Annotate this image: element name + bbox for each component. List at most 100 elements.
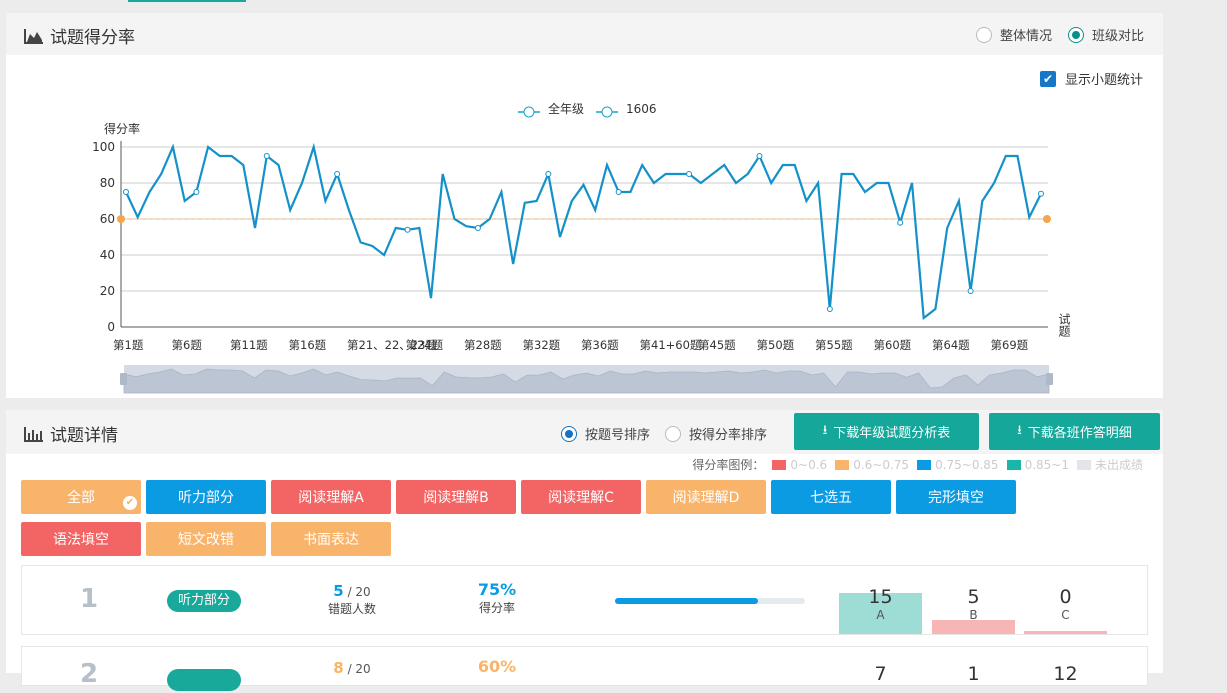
category-label: 语法填空	[53, 532, 109, 548]
x-tick-label: 第45题	[698, 338, 736, 352]
data-point	[263, 153, 270, 159]
legend-label: 1606	[626, 102, 657, 116]
wrong-count-stat: 8 / 20	[312, 659, 392, 677]
score-rate-title-text: 试题得分率	[50, 28, 135, 48]
legend-label: 未出成绩	[1094, 458, 1143, 472]
option-label: C	[1061, 608, 1070, 622]
y-tick-label: 0	[107, 320, 115, 334]
legend-swatch	[772, 459, 787, 470]
option-bar	[932, 620, 1015, 634]
wrong-total: / 20	[347, 585, 371, 599]
question-card[interactable]: 2 8 / 20 60% 7 1 12	[21, 646, 1148, 691]
data-point	[1038, 190, 1044, 197]
legend-title: 得分率图例：	[692, 458, 765, 472]
radio-overall[interactable]: 整体情况	[976, 25, 1052, 44]
score-legend: 得分率图例： 0~0.6 0.6~0.75 0.75~0.85 0.85~1 未…	[692, 456, 1143, 473]
bar-chart-icon	[24, 426, 43, 442]
category-button[interactable]: 听力部分	[146, 480, 266, 514]
reference-marker	[117, 215, 125, 223]
data-point	[545, 171, 552, 177]
category-label: 阅读理解D	[672, 490, 740, 506]
category-button[interactable]: 阅读理解B	[396, 480, 516, 514]
detail-title-text: 试题详情	[50, 426, 118, 446]
category-label: 七选五	[810, 490, 852, 506]
radio-sort-by-number[interactable]: 按题号排序	[561, 424, 650, 443]
legend-label: 0~0.6	[790, 457, 828, 472]
wrong-count: 5	[333, 582, 344, 600]
radio-sort-by-number-dot[interactable]	[561, 425, 577, 442]
reference-marker	[1043, 215, 1051, 223]
radio-sort-by-number-label: 按题号排序	[585, 428, 651, 443]
score-rate-bar-fill	[615, 598, 758, 604]
download-grade-analysis-button[interactable]: ⭳ 下载年级试题分析表	[794, 413, 979, 450]
category-button[interactable]: 阅读理解D	[646, 480, 766, 514]
category-button[interactable]: 阅读理解C	[521, 480, 641, 514]
question-number: 2	[80, 659, 99, 689]
x-tick-label: 第6题	[172, 338, 203, 352]
radio-class-compare[interactable]: 班级对比	[1068, 25, 1144, 44]
category-all[interactable]: 全部 ✔	[21, 480, 141, 514]
category-label: 短文改错	[178, 532, 234, 548]
data-point	[686, 171, 693, 177]
y-tick-label: 80	[100, 176, 115, 190]
top-tab-bar	[0, 0, 1227, 13]
x-axis-label: 试题	[1057, 312, 1071, 337]
category-label: 阅读理解B	[423, 490, 489, 506]
category-button[interactable]: 完形填空	[896, 480, 1016, 514]
option-count: 1	[967, 663, 980, 685]
data-point	[334, 171, 341, 177]
legend-label: 0.75~0.85	[935, 457, 999, 472]
data-point	[615, 189, 622, 195]
radio-overall-dot[interactable]	[976, 26, 992, 43]
zoom-handle-left	[120, 373, 127, 385]
category-button[interactable]: 七选五	[771, 480, 891, 514]
category-label: 听力部分	[178, 490, 234, 506]
option-count: 5	[967, 586, 980, 608]
category-button[interactable]: 短文改错	[146, 522, 266, 556]
y-tick-label: 100	[92, 140, 115, 154]
radio-sort-by-score[interactable]: 按得分率排序	[665, 424, 767, 443]
question-card[interactable]: 1 听力部分 5 / 20 错题人数 75% 得分率 15 A 5 B 0 C	[21, 565, 1148, 635]
category-label: 阅读理解A	[298, 490, 364, 506]
download-icon: ⭳	[822, 422, 828, 438]
data-point	[474, 225, 481, 231]
score-rate-stat: 60%	[457, 657, 537, 676]
wrong-total: / 20	[347, 662, 371, 676]
legend-marker	[601, 106, 613, 118]
score-rate-label: 得分率	[478, 601, 515, 615]
score-rate-value: 60%	[477, 657, 517, 676]
x-tick-label: 第41+60题	[640, 338, 702, 352]
active-tab-indicator	[128, 0, 246, 2]
option-c: 0 C	[1024, 586, 1107, 634]
detail-title: 试题详情	[24, 421, 118, 446]
question-number: 1	[80, 584, 99, 614]
area-chart-icon	[24, 28, 43, 44]
option-count: 12	[1053, 663, 1078, 685]
download-class-label: 下载各班作答明细	[1027, 426, 1132, 441]
option-b: 1	[932, 663, 1015, 693]
option-count: 7	[874, 663, 887, 685]
download-grade-label: 下载年级试题分析表	[833, 426, 951, 441]
category-label: 全部	[67, 490, 95, 506]
x-tick-label: 第28题	[464, 338, 502, 352]
y-tick-label: 40	[100, 248, 115, 262]
x-tick-label: 第11题	[230, 338, 268, 352]
radio-class-compare-dot[interactable]	[1068, 26, 1084, 43]
radio-sort-by-score-dot[interactable]	[665, 425, 681, 442]
option-c: 12	[1024, 663, 1107, 693]
category-label: 书面表达	[303, 532, 359, 548]
score-rate-header: 试题得分率 整体情况 班级对比	[6, 13, 1163, 55]
category-button[interactable]: 语法填空	[21, 522, 141, 556]
x-tick-label: 第36题	[581, 338, 619, 352]
category-button[interactable]: 书面表达	[271, 522, 391, 556]
category-button[interactable]: 阅读理解A	[271, 480, 391, 514]
option-label: A	[876, 608, 885, 622]
x-tick-label: 第1题	[113, 338, 144, 352]
download-class-detail-button[interactable]: ⭳ 下载各班作答明细	[989, 413, 1160, 450]
score-rate-panel: 试题得分率 整体情况 班级对比 ✔ 显示小题统计 0 20 40 60 80 100 得分率…	[6, 13, 1163, 398]
x-tick-label: 第24题	[406, 338, 444, 352]
data-point	[826, 306, 833, 312]
download-icon: ⭳	[1017, 422, 1022, 438]
category-label: 阅读理解C	[548, 490, 614, 506]
radio-overall-label: 整体情况	[1000, 29, 1053, 44]
